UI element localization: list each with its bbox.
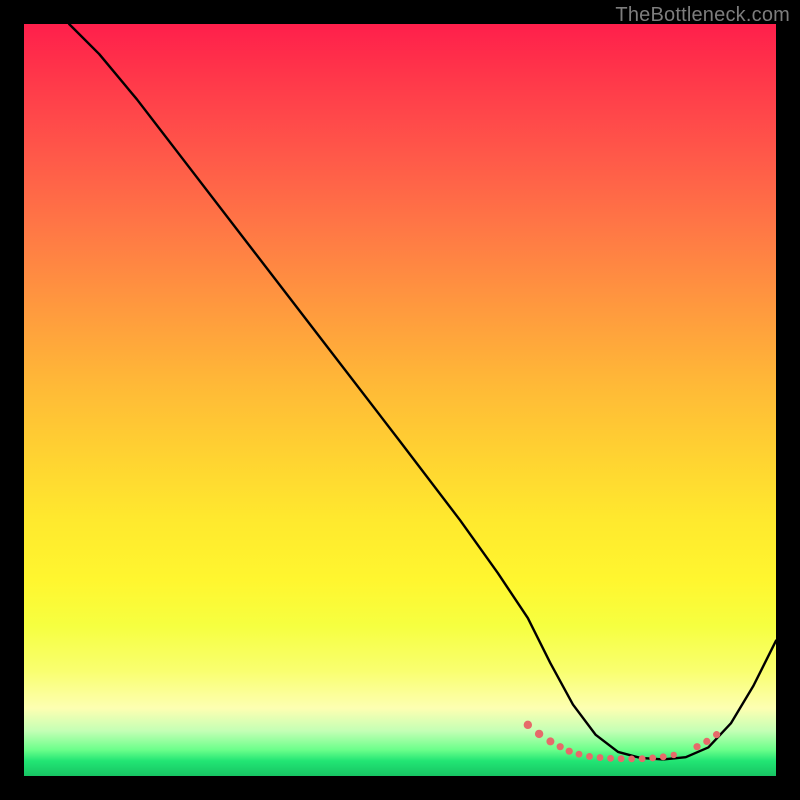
chart-svg	[24, 24, 776, 776]
bottleneck-curve	[69, 24, 776, 759]
watermark-label: TheBottleneck.com	[615, 4, 790, 27]
chart-frame: TheBottleneck.com	[0, 0, 800, 800]
plot-area	[24, 24, 776, 776]
